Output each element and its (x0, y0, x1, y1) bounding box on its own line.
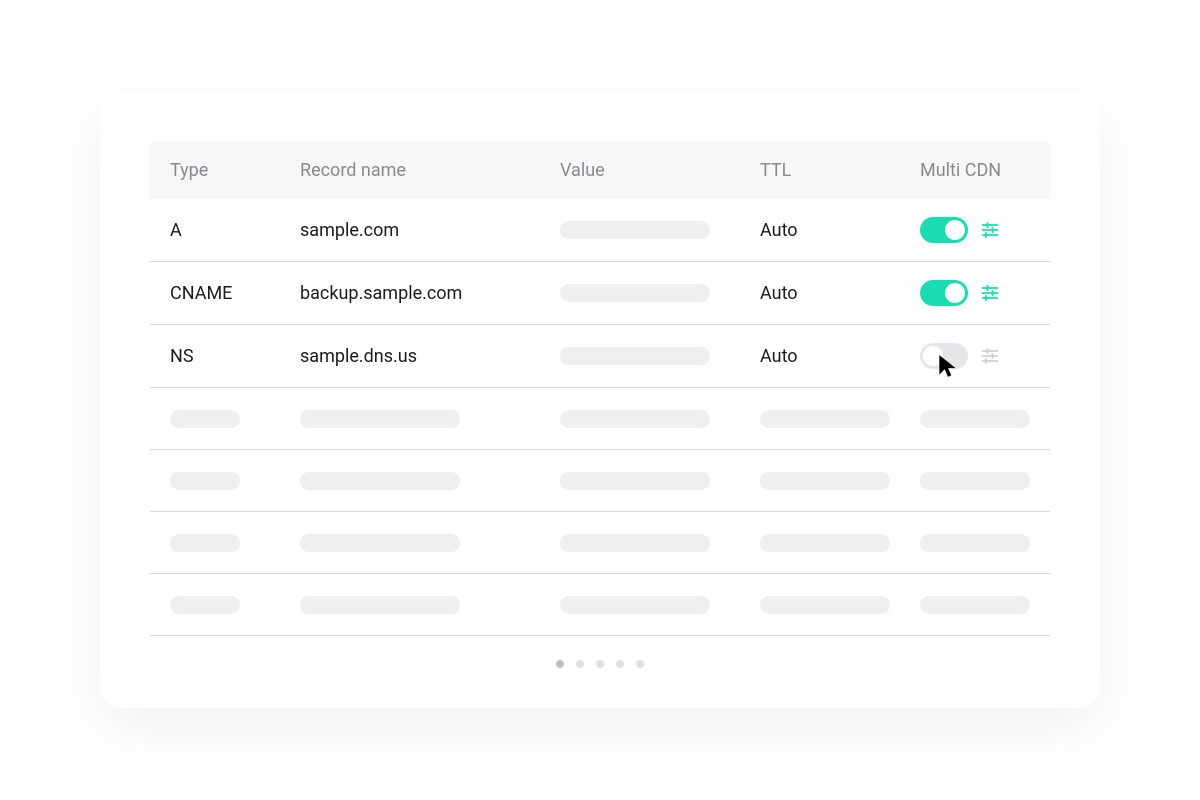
record-ttl: Auto (760, 346, 798, 367)
value-placeholder (560, 347, 710, 365)
table-row: NS sample.dns.us Auto (150, 325, 1050, 388)
table-row: CNAME backup.sample.com Auto (150, 262, 1050, 325)
placeholder (300, 472, 460, 490)
placeholder (920, 410, 1030, 428)
table-row: A sample.com Auto (150, 199, 1050, 262)
record-type: NS (170, 346, 194, 367)
placeholder (170, 472, 240, 490)
placeholder (760, 534, 890, 552)
placeholder (170, 534, 240, 552)
table-header: Type Record name Value TTL Multi CDN (150, 142, 1050, 199)
dns-records-panel: Type Record name Value TTL Multi CDN A s… (100, 92, 1100, 708)
placeholder (560, 596, 710, 614)
placeholder (170, 596, 240, 614)
table-row-placeholder (150, 512, 1050, 574)
sliders-icon[interactable] (980, 220, 1000, 240)
placeholder (760, 472, 890, 490)
sliders-icon[interactable] (980, 346, 1000, 366)
multi-cdn-toggle[interactable] (920, 280, 968, 306)
pager (150, 636, 1050, 678)
value-placeholder (560, 284, 710, 302)
record-ttl: Auto (760, 220, 798, 241)
record-name: backup.sample.com (300, 283, 462, 304)
placeholder (300, 410, 460, 428)
placeholder (920, 596, 1030, 614)
pager-dot[interactable] (596, 660, 604, 668)
table-row-placeholder (150, 450, 1050, 512)
multi-cdn-toggle[interactable] (920, 217, 968, 243)
col-header-cdn: Multi CDN (920, 160, 1030, 181)
placeholder (560, 410, 710, 428)
pager-dot[interactable] (616, 660, 624, 668)
pager-dot[interactable] (576, 660, 584, 668)
record-ttl: Auto (760, 283, 798, 304)
multi-cdn-toggle[interactable] (920, 343, 968, 369)
value-placeholder (560, 221, 710, 239)
placeholder (170, 410, 240, 428)
table-row-placeholder (150, 388, 1050, 450)
sliders-icon[interactable] (980, 283, 1000, 303)
record-name: sample.dns.us (300, 346, 417, 367)
col-header-type: Type (170, 160, 300, 181)
pager-dot[interactable] (636, 660, 644, 668)
col-header-name: Record name (300, 160, 560, 181)
record-type: CNAME (170, 283, 232, 304)
col-header-ttl: TTL (760, 160, 920, 181)
table-row-placeholder (150, 574, 1050, 636)
pager-dot[interactable] (556, 660, 564, 668)
placeholder (760, 410, 890, 428)
record-name: sample.com (300, 220, 399, 241)
record-type: A (170, 220, 182, 241)
placeholder (560, 534, 710, 552)
placeholder (920, 472, 1030, 490)
placeholder (300, 534, 460, 552)
placeholder (560, 472, 710, 490)
placeholder (300, 596, 460, 614)
placeholder (920, 534, 1030, 552)
placeholder (760, 596, 890, 614)
col-header-value: Value (560, 160, 760, 181)
dns-records-table: Type Record name Value TTL Multi CDN A s… (150, 142, 1050, 636)
